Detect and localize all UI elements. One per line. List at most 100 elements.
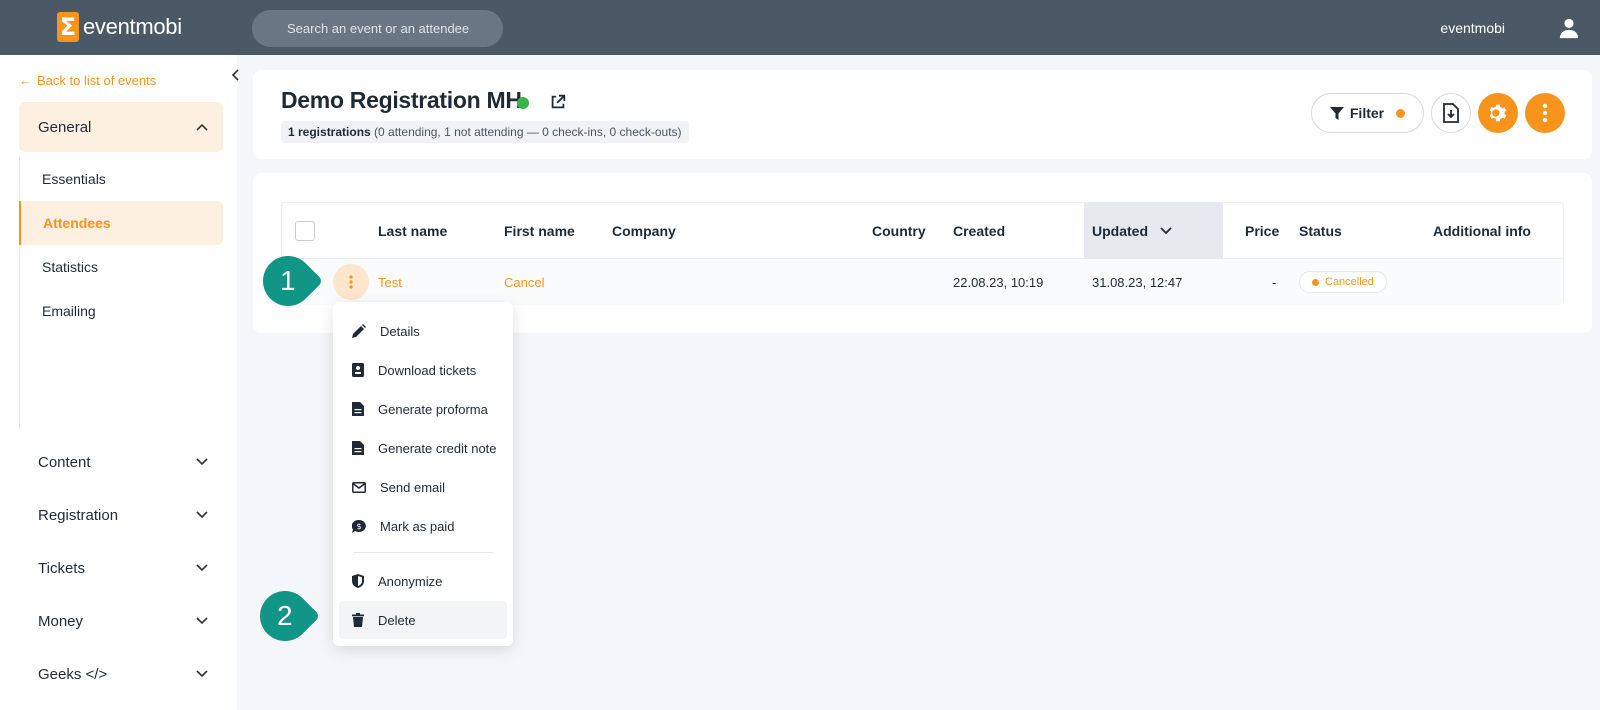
- column-header-company[interactable]: Company: [612, 203, 676, 259]
- subnav-item-essentials[interactable]: Essentials: [20, 157, 223, 201]
- nav-section-label: Registration: [38, 506, 119, 524]
- nav-section-general[interactable]: General: [19, 102, 223, 152]
- cell-status: Cancelled: [1299, 259, 1387, 305]
- nav-section-registration[interactable]: Registration: [19, 495, 223, 535]
- menu-divider: [353, 552, 493, 553]
- menu-item-label: Anonymize: [378, 573, 443, 589]
- search-input[interactable]: [252, 10, 503, 47]
- top-bar: Σ eventmobi eventmobi: [0, 0, 1600, 55]
- menu-item-generate-credit-note[interactable]: Generate credit note: [339, 429, 507, 467]
- settings-button[interactable]: [1478, 93, 1518, 133]
- column-header-label: Updated: [1092, 223, 1148, 239]
- logo-mark-icon: Σ: [57, 12, 79, 42]
- nav-section-label: Money: [38, 612, 84, 630]
- kebab-menu-icon: [1542, 103, 1548, 123]
- menu-item-send-email[interactable]: Send email: [339, 468, 507, 506]
- export-button[interactable]: [1431, 93, 1471, 133]
- user-icon[interactable]: [1558, 17, 1580, 39]
- username-label[interactable]: eventmobi: [1440, 20, 1505, 36]
- column-header-created[interactable]: Created: [953, 203, 1005, 259]
- menu-item-label: Download tickets: [378, 362, 477, 378]
- column-header-updated[interactable]: Updated: [1084, 203, 1223, 259]
- chevron-up-icon: [196, 123, 208, 131]
- menu-item-label: Generate credit note: [378, 440, 497, 456]
- gear-icon: [1489, 104, 1507, 122]
- menu-item-download-tickets[interactable]: Download tickets: [339, 351, 507, 389]
- menu-item-label: Mark as paid: [380, 518, 455, 534]
- chevron-down-icon: [196, 670, 208, 678]
- sort-descending-icon: [1160, 227, 1172, 235]
- nav-section-content[interactable]: Content: [19, 442, 223, 482]
- subnav-item-statistics[interactable]: Statistics: [20, 245, 223, 289]
- callout-number: 2: [277, 599, 293, 631]
- nav-section-label: Tickets: [38, 559, 85, 577]
- page-title: Demo Registration MH: [281, 87, 522, 113]
- collapse-sidebar-icon[interactable]: [231, 69, 241, 81]
- filter-label: Filter: [1349, 105, 1385, 121]
- chevron-down-icon: [196, 511, 208, 519]
- menu-item-label: Send email: [380, 479, 446, 495]
- back-to-events-link[interactable]: ← Back to list of events: [19, 73, 156, 88]
- cell-first-name[interactable]: Cancel: [504, 259, 544, 305]
- more-options-button[interactable]: [1525, 93, 1565, 133]
- table-header-row: Last name First name Company Country Cre…: [282, 203, 1563, 259]
- document-icon: [352, 441, 364, 455]
- filter-icon: [1329, 106, 1344, 120]
- row-actions-menu: Details Download tickets Generate profor…: [333, 302, 513, 646]
- nav-section-geeks[interactable]: Geeks </>: [19, 654, 223, 694]
- attendees-table: Last name First name Company Country Cre…: [281, 202, 1564, 305]
- arrow-left-icon: ←: [19, 73, 32, 88]
- back-link-label: Back to list of events: [37, 73, 157, 88]
- trash-icon: [352, 613, 364, 627]
- column-header-first-name[interactable]: First name: [504, 203, 575, 259]
- nav-section-tickets[interactable]: Tickets: [19, 548, 223, 588]
- event-status-indicator: [517, 97, 529, 109]
- nav-section-label: Geeks </>: [38, 665, 108, 683]
- eventmobi-logo[interactable]: Σ eventmobi: [57, 12, 182, 42]
- menu-item-generate-proforma[interactable]: Generate proforma: [339, 390, 507, 428]
- nav-section-money[interactable]: Money: [19, 601, 223, 641]
- cell-updated: 31.08.23, 12:47: [1092, 274, 1183, 290]
- pencil-icon: [352, 324, 366, 338]
- general-subnav: Essentials Attendees Statistics Emailing: [19, 157, 223, 429]
- shield-icon: [352, 574, 364, 588]
- column-header-status[interactable]: Status: [1299, 203, 1342, 259]
- subnav-item-attendees[interactable]: Attendees: [19, 201, 223, 245]
- table-row[interactable]: Test Cancel 22.08.23, 10:19 31.08.23, 12…: [282, 259, 1563, 305]
- cell-price: -: [1272, 274, 1277, 290]
- event-header: Demo Registration MH 1 registrations (0 …: [253, 70, 1592, 159]
- filter-button[interactable]: Filter: [1311, 93, 1424, 133]
- sidebar: ← Back to list of events General Essenti…: [0, 55, 239, 710]
- status-dot: [1312, 278, 1319, 286]
- column-header-price[interactable]: Price: [1245, 203, 1279, 259]
- callout-number: 1: [280, 264, 296, 296]
- callout-step-2: 2: [249, 580, 321, 652]
- subnav-item-emailing[interactable]: Emailing: [20, 289, 223, 333]
- document-icon: [352, 402, 364, 416]
- chevron-down-icon: [196, 458, 208, 466]
- registration-count: 1 registrations: [288, 125, 371, 139]
- column-header-last-name[interactable]: Last name: [378, 203, 447, 259]
- column-header-country[interactable]: Country: [872, 203, 926, 259]
- status-badge: Cancelled: [1299, 271, 1387, 293]
- nav-section-label: General: [38, 118, 92, 136]
- file-download-icon: [1443, 103, 1459, 123]
- svg-text:$: $: [356, 522, 361, 531]
- cell-last-name[interactable]: Test: [378, 259, 402, 305]
- menu-item-label: Generate proforma: [378, 401, 488, 417]
- row-actions-button[interactable]: [333, 264, 369, 300]
- registration-summary: 1 registrations (0 attending, 1 not atte…: [281, 121, 689, 143]
- menu-item-delete[interactable]: Delete: [339, 601, 507, 639]
- ticket-icon: [352, 363, 364, 377]
- kebab-menu-icon: [349, 275, 353, 289]
- menu-item-anonymize[interactable]: Anonymize: [339, 562, 507, 600]
- menu-item-details[interactable]: Details: [339, 312, 507, 350]
- money-icon: $: [352, 519, 366, 533]
- select-all-checkbox[interactable]: [295, 221, 315, 241]
- chevron-down-icon: [196, 617, 208, 625]
- external-link-icon[interactable]: [549, 93, 567, 111]
- cell-created: 22.08.23, 10:19: [953, 274, 1044, 290]
- column-header-additional-info[interactable]: Additional info: [1433, 203, 1531, 259]
- menu-item-label: Delete: [378, 612, 416, 628]
- menu-item-mark-as-paid[interactable]: $ Mark as paid: [339, 507, 507, 545]
